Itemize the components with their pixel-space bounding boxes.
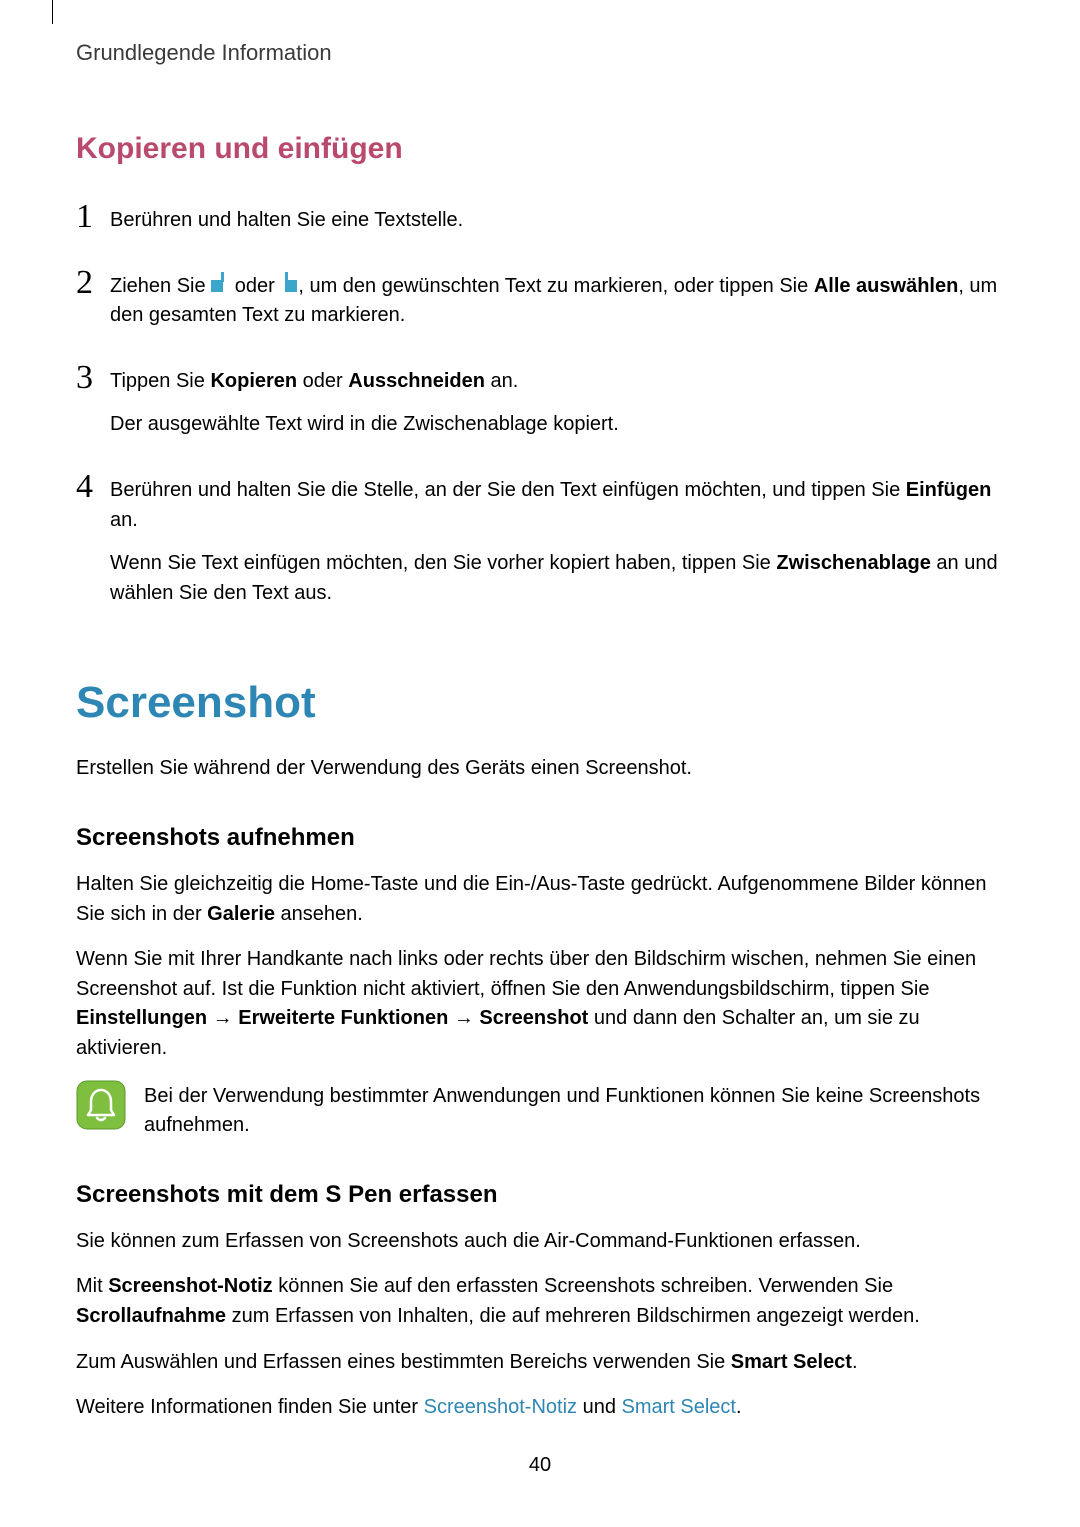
bold-text: Galerie	[207, 903, 275, 925]
paragraph: Sie können zum Erfassen von Screenshots …	[76, 1227, 1016, 1257]
text-frag: oder	[297, 370, 348, 392]
text-frag: zum Erfassen von Inhalten, die auf mehre…	[226, 1305, 920, 1327]
text-frag: oder	[229, 275, 280, 297]
note-text: Bei der Verwendung bestimmter Anwendunge…	[144, 1080, 1016, 1141]
step-text: Berühren und halten Sie eine Textstelle.	[110, 206, 1016, 236]
running-header: Grundlegende Information	[76, 40, 1016, 66]
text-frag: Tippen Sie	[110, 370, 210, 392]
text-frag: .	[852, 1351, 858, 1373]
numbered-list: 1 Berühren und halten Sie eine Textstell…	[76, 200, 1016, 608]
text-frag: ansehen.	[275, 903, 363, 925]
text-frag: Weitere Informationen finden Sie unter	[76, 1396, 424, 1418]
text-frag: an.	[485, 370, 518, 392]
step-subtext: Der ausgewählte Text wird in die Zwische…	[110, 410, 1016, 440]
bold-text: Smart Select	[731, 1351, 852, 1373]
bold-text: Zwischenablage	[776, 552, 931, 574]
subsection-title-aufnehmen: Screenshots aufnehmen	[76, 824, 1016, 852]
paragraph: Wenn Sie mit Ihrer Handkante nach links …	[76, 945, 1016, 1063]
step-3: 3 Tippen Sie Kopieren oder Ausschneiden …	[76, 361, 1016, 440]
paragraph: Weitere Informationen finden Sie unter S…	[76, 1393, 1016, 1423]
bold-text: Scrollaufnahme	[76, 1305, 226, 1327]
step-4: 4 Berühren und halten Sie die Stelle, an…	[76, 470, 1016, 608]
page-number: 40	[0, 1454, 1080, 1477]
bold-text: Kopieren	[210, 370, 297, 392]
section-title-screenshot: Screenshot	[76, 678, 1016, 728]
text-frag: Wenn Sie Text einfügen möchten, den Sie …	[110, 552, 776, 574]
text-frag: und	[577, 1396, 621, 1418]
step-body: Ziehen Sie oder , um den gewünschten Tex…	[110, 266, 1016, 331]
step-number: 3	[76, 361, 110, 440]
text-frag: Mit	[76, 1275, 108, 1297]
intro-text: Erstellen Sie während der Verwendung des…	[76, 754, 1016, 784]
bold-text: Ausschneiden	[348, 370, 485, 392]
bold-text: Einstellungen	[76, 1007, 207, 1029]
step-text: Ziehen Sie oder , um den gewünschten Tex…	[110, 272, 1016, 331]
text-frag: Wenn Sie mit Ihrer Handkante nach links …	[76, 948, 976, 1000]
subsection-title-spen: Screenshots mit dem S Pen erfassen	[76, 1181, 1016, 1209]
step-subtext: Wenn Sie Text einfügen möchten, den Sie …	[110, 549, 1016, 608]
text-frag: .	[736, 1396, 742, 1418]
arrow-icon: →	[448, 1007, 479, 1029]
bold-text: Erweiterte Funktionen	[238, 1007, 448, 1029]
bold-text: Screenshot-Notiz	[108, 1275, 272, 1297]
note-block: Bei der Verwendung bestimmter Anwendunge…	[76, 1080, 1016, 1141]
text-frag: an.	[110, 509, 138, 531]
page-content: Grundlegende Information Kopieren und ei…	[76, 40, 1016, 1439]
selection-handle-left-icon	[211, 272, 229, 302]
step-text: Berühren und halten Sie die Stelle, an d…	[110, 476, 1016, 535]
step-2: 2 Ziehen Sie oder , um den gewünschten T…	[76, 266, 1016, 331]
text-frag: Berühren und halten Sie die Stelle, an d…	[110, 479, 906, 501]
step-body: Berühren und halten Sie eine Textstelle.	[110, 200, 1016, 236]
text-frag: Ziehen Sie	[110, 275, 211, 297]
bold-text: Alle auswählen	[814, 275, 959, 297]
section-title-copy-paste: Kopieren und einfügen	[76, 132, 1016, 166]
note-bell-icon	[76, 1080, 126, 1130]
paragraph: Mit Screenshot-Notiz können Sie auf den …	[76, 1272, 1016, 1331]
link-smart-select[interactable]: Smart Select	[622, 1396, 736, 1418]
link-screenshot-notiz[interactable]: Screenshot-Notiz	[424, 1396, 577, 1418]
arrow-icon: →	[207, 1007, 238, 1029]
step-text: Tippen Sie Kopieren oder Ausschneiden an…	[110, 367, 1016, 397]
text-frag: können Sie auf den erfassten Screenshots…	[273, 1275, 893, 1297]
paragraph: Halten Sie gleichzeitig die Home-Taste u…	[76, 870, 1016, 929]
step-number: 4	[76, 470, 110, 608]
left-margin-rule	[52, 0, 53, 24]
selection-handle-right-icon	[280, 272, 298, 302]
step-body: Berühren und halten Sie die Stelle, an d…	[110, 470, 1016, 608]
text-frag: Zum Auswählen und Erfassen eines bestimm…	[76, 1351, 731, 1373]
step-body: Tippen Sie Kopieren oder Ausschneiden an…	[110, 361, 1016, 440]
step-1: 1 Berühren und halten Sie eine Textstell…	[76, 200, 1016, 236]
bold-text: Screenshot	[479, 1007, 588, 1029]
bold-text: Einfügen	[906, 479, 992, 501]
step-number: 1	[76, 200, 110, 236]
step-number: 2	[76, 266, 110, 331]
paragraph: Zum Auswählen und Erfassen eines bestimm…	[76, 1348, 1016, 1378]
text-frag: , um den gewünschten Text zu markieren, …	[298, 275, 813, 297]
